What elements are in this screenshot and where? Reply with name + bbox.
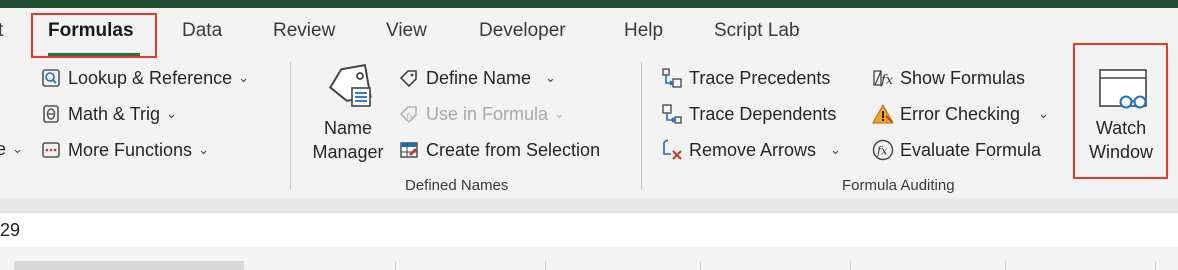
theta-icon	[40, 103, 62, 125]
trace-dependents-button[interactable]: Trace Dependents	[661, 99, 836, 129]
table-selection-icon	[398, 139, 420, 161]
ribbon-body: e ⌄ Lookup & Reference ⌄ Math & Trig ⌄ More…	[0, 58, 1178, 198]
svg-text:fx: fx	[880, 73, 894, 88]
defined-names-group-label: Defined Names	[405, 177, 509, 194]
column-divider	[545, 261, 546, 270]
chevron-down-icon: ⌄	[1038, 106, 1049, 121]
column-divider	[700, 261, 701, 270]
svg-text:fx: fx	[876, 145, 888, 158]
tab-view[interactable]: View	[386, 20, 427, 42]
group-separator	[641, 62, 642, 190]
fx-tag-icon: fx	[398, 103, 420, 125]
watch-window-highlight	[1073, 43, 1168, 179]
trace-precedents-icon	[661, 67, 683, 89]
chevron-down-icon: ⌄	[238, 70, 250, 85]
formula-bar-value: 29	[0, 220, 21, 240]
tab-partial[interactable]: t	[0, 20, 3, 42]
remove-arrows-button[interactable]: Remove Arrows ⌄	[661, 135, 841, 165]
column-divider	[850, 261, 851, 270]
tag-icon	[398, 67, 420, 89]
chevron-down-icon: ⌄	[830, 142, 841, 157]
svg-text:fx: fx	[405, 112, 414, 121]
math-trig-button[interactable]: Math & Trig ⌄	[40, 99, 177, 129]
more-functions-button[interactable]: More Functions ⌄	[40, 135, 209, 165]
column-divider	[395, 261, 396, 270]
tab-help[interactable]: Help	[624, 20, 663, 42]
error-checking-button[interactable]: Error Checking ⌄	[872, 99, 1049, 129]
magnifier-book-icon	[40, 67, 62, 89]
group-separator	[290, 62, 291, 190]
chevron-down-icon: ⌄	[198, 142, 209, 157]
ribbon-bottom-gap	[0, 198, 1178, 212]
tab-data[interactable]: Data	[182, 20, 222, 42]
remove-arrows-icon	[661, 139, 683, 161]
show-formulas-icon: fx	[872, 67, 894, 89]
create-from-selection-button[interactable]: Create from Selection	[398, 135, 600, 165]
use-in-formula-button[interactable]: fx Use in Formula ⌄	[398, 99, 565, 129]
lookup-reference-button[interactable]: Lookup & Reference ⌄	[40, 63, 249, 93]
formula-auditing-group-label: Formula Auditing	[842, 177, 955, 194]
ribbon-tabs: t Formulas Data Review View Developer He…	[0, 8, 1178, 58]
title-bar	[0, 0, 1178, 8]
name-manager-label: Name Manager	[312, 118, 384, 162]
chevron-down-icon: ⌄	[554, 106, 565, 121]
chevron-down-icon: ⌄	[166, 106, 177, 121]
chevron-down-icon: ⌄	[545, 70, 556, 85]
trace-precedents-button[interactable]: Trace Precedents	[661, 63, 830, 93]
tab-review[interactable]: Review	[273, 20, 335, 42]
chevron-down-icon: ⌄	[12, 141, 23, 156]
formula-bar[interactable]: 29	[0, 212, 1178, 248]
function-library-partial-item[interactable]: e ⌄	[0, 134, 23, 164]
evaluate-formula-button[interactable]: fx Evaluate Formula	[872, 135, 1041, 165]
grid-header-strip	[0, 247, 1178, 270]
selected-column-header[interactable]	[14, 261, 244, 270]
column-divider	[1005, 261, 1006, 270]
show-formulas-button[interactable]: fx Show Formulas	[872, 63, 1025, 93]
trace-dependents-icon	[661, 103, 683, 125]
define-name-button[interactable]: Define Name ⌄	[398, 63, 556, 93]
name-tag-icon	[324, 62, 376, 119]
formulas-tab-highlight	[31, 13, 157, 58]
name-manager-button[interactable]: Name Manager	[306, 60, 390, 164]
tab-script-lab[interactable]: Script Lab	[714, 20, 800, 42]
column-divider	[1155, 261, 1156, 270]
evaluate-formula-icon: fx	[872, 139, 894, 161]
tab-developer[interactable]: Developer	[479, 20, 566, 42]
warning-icon	[872, 103, 894, 125]
more-functions-icon	[40, 139, 62, 161]
